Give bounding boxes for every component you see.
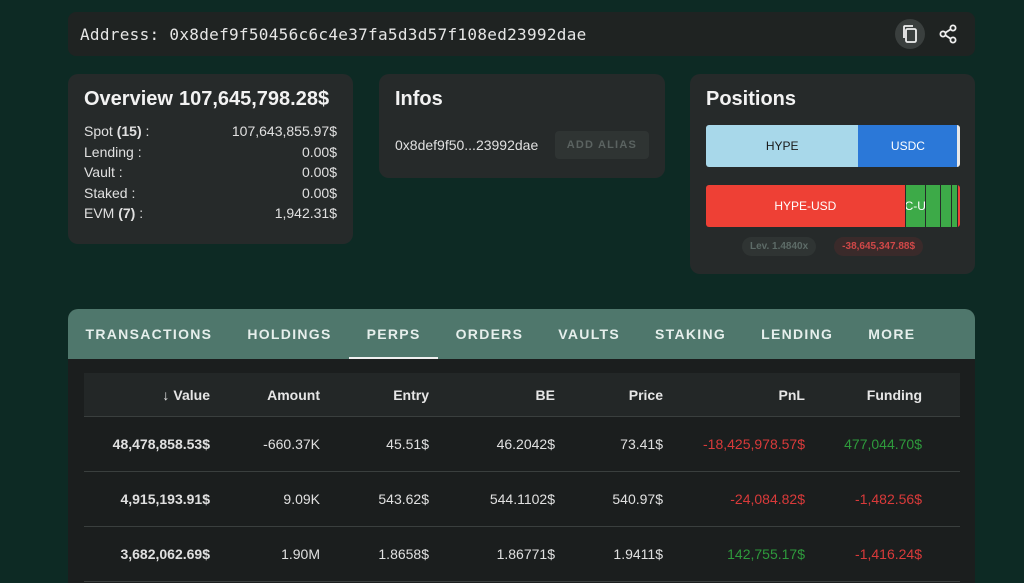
overview-row-value: 107,643,855.97$: [231, 123, 337, 139]
tab-vaults[interactable]: VAULTS: [541, 309, 638, 359]
allocation-segment[interactable]: HYPE-USD: [706, 185, 905, 227]
tabs-panel: TRANSACTIONS HOLDINGS PERPS ORDERS VAULTS STA…: [68, 309, 975, 583]
overview-row-value: 0.00$: [301, 164, 337, 180]
cell-value: 3,682,062.69$: [120, 546, 210, 562]
infos-row: 0x8def9f50...23992dae ADD ALIAS: [395, 131, 649, 159]
overview-row-value: 0.00$: [301, 143, 337, 160]
address-text: Address: 0x8def9f50456c6c4e37fa5d3d57f10…: [80, 25, 587, 44]
allocation-segment[interactable]: HYPE: [706, 125, 859, 167]
leverage-badge: Lev. 1.4840x: [741, 237, 817, 256]
header-be[interactable]: BE: [431, 387, 557, 403]
cell-amount: 9.09K: [283, 491, 320, 507]
overview-row-value: 0.00$: [301, 184, 337, 201]
positions-badges: Lev. 1.4840x -38,645,347.88$: [706, 237, 959, 256]
cell-entry: 543.62$: [378, 491, 429, 507]
address-label: Address:: [80, 24, 160, 44]
address-actions: [895, 19, 963, 49]
address-bar: Address: 0x8def9f50456c6c4e37fa5d3d57f10…: [68, 12, 975, 56]
spot-allocation-bar: HYPE USDC: [706, 125, 960, 167]
cell-value: 4,915,193.91$: [120, 491, 210, 507]
tab-holdings[interactable]: HOLDINGS: [230, 309, 349, 359]
allocation-segment[interactable]: USDC: [858, 125, 958, 167]
overview-row: Lending : 0.00$: [84, 144, 337, 165]
allocation-segment[interactable]: [939, 185, 952, 227]
cell-entry: 1.8658$: [378, 546, 429, 562]
tab-orders[interactable]: ORDERS: [438, 309, 541, 359]
address-value: 0x8def9f50456c6c4e37fa5d3d57f108ed23992d…: [169, 24, 587, 44]
cell-entry: 45.51$: [386, 436, 429, 452]
cell-pnl: -24,084.82$: [730, 491, 805, 507]
positions-title: Positions: [706, 88, 797, 110]
overview-row-label: Staked :: [84, 184, 136, 201]
cell-amount: -660.37K: [263, 436, 320, 452]
overview-row-label: Lending :: [84, 143, 142, 160]
infos-title: Infos: [395, 88, 443, 110]
overview-total: 107,645,798.28$: [178, 88, 330, 110]
overview-row-label: Vault :: [84, 164, 123, 180]
overview-row: EVM (7) : 1,942.31$: [84, 205, 337, 226]
tab-transactions[interactable]: TRANSACTIONS: [68, 309, 230, 359]
table-body: 48,478,858.53$ -660.37K 45.51$ 46.2042$ 73.4…: [84, 417, 960, 582]
header-amount[interactable]: Amount: [212, 387, 322, 403]
positions-card: Positions HYPE USDC HYPE-USD C-U Lev. 1.48…: [690, 74, 975, 274]
cell-funding: -1,482.56$: [855, 491, 922, 507]
cell-be: 544.1102$: [489, 491, 555, 507]
copy-button[interactable]: [895, 19, 925, 49]
overview-row-value: 1,942.31$: [274, 205, 337, 221]
tab-more[interactable]: MORE: [851, 309, 933, 359]
cell-be: 46.2042$: [496, 436, 555, 452]
cell-funding: 477,044.70$: [844, 436, 922, 452]
cell-price: 1.9411$: [613, 546, 663, 562]
perps-table: ↓ Value Amount Entry BE Price PnL Funding…: [84, 373, 960, 582]
tab-lending[interactable]: LENDING: [744, 309, 851, 359]
copy-icon: [903, 25, 917, 43]
cell-amount: 1.90M: [281, 546, 320, 562]
overview-row: Vault : 0.00$: [84, 164, 337, 185]
allocation-segment[interactable]: [924, 185, 940, 227]
share-icon: [939, 24, 957, 44]
header-entry[interactable]: Entry: [322, 387, 431, 403]
allocation-segment[interactable]: [957, 185, 960, 227]
allocation-segment[interactable]: C-U: [904, 185, 925, 227]
overview-row-label: Spot (15) :: [84, 123, 150, 139]
table-row[interactable]: 4,915,193.91$ 9.09K 543.62$ 544.1102$ 540.97…: [84, 472, 960, 527]
sort-down-icon: ↓: [162, 386, 170, 403]
table-row[interactable]: 3,682,062.69$ 1.90M 1.8658$ 1.86771$ 1.9411$…: [84, 527, 960, 582]
cell-value: 48,478,858.53$: [112, 436, 210, 452]
infos-card: Infos 0x8def9f50...23992dae ADD ALIAS: [379, 74, 665, 178]
perp-allocation-bar: HYPE-USD C-U: [706, 185, 960, 227]
overview-card: Overview 107,645,798.28$ Spot (15) : 107,…: [68, 74, 353, 244]
header-price[interactable]: Price: [557, 387, 665, 403]
tab-perps[interactable]: PERPS: [349, 309, 439, 359]
table-header: ↓ Value Amount Entry BE Price PnL Funding: [84, 373, 960, 417]
tab-staking[interactable]: STAKING: [638, 309, 744, 359]
overview-row: Spot (15) : 107,643,855.97$: [84, 123, 337, 144]
add-alias-button[interactable]: ADD ALIAS: [554, 131, 649, 159]
pnl-badge: -38,645,347.88$: [834, 237, 924, 256]
share-button[interactable]: [933, 19, 963, 49]
cell-price: 540.97$: [612, 491, 663, 507]
header-pnl[interactable]: PnL: [665, 387, 807, 403]
overview-row: Staked : 0.00$: [84, 185, 337, 206]
cell-pnl: 142,755.17$: [727, 546, 805, 562]
cell-price: 73.41$: [620, 436, 663, 452]
table-row[interactable]: 48,478,858.53$ -660.37K 45.51$ 46.2042$ 73.4…: [84, 417, 960, 472]
short-address: 0x8def9f50...23992dae: [395, 137, 539, 153]
overview-header: Overview 107,645,798.28$: [84, 88, 337, 111]
overview-rows: Spot (15) : 107,643,855.97$ Lending : 0.00$…: [84, 123, 337, 226]
cell-be: 1.86771$: [496, 546, 555, 562]
overview-row-label: EVM (7) :: [84, 205, 144, 221]
tab-bar: TRANSACTIONS HOLDINGS PERPS ORDERS VAULTS STA…: [68, 309, 975, 359]
cell-funding: -1,416.24$: [855, 546, 922, 562]
cell-pnl: -18,425,978.57$: [703, 436, 805, 452]
overview-title: Overview: [84, 88, 173, 110]
allocation-segment[interactable]: [957, 125, 960, 167]
header-value[interactable]: ↓ Value: [84, 387, 212, 403]
header-funding[interactable]: Funding: [807, 387, 924, 403]
